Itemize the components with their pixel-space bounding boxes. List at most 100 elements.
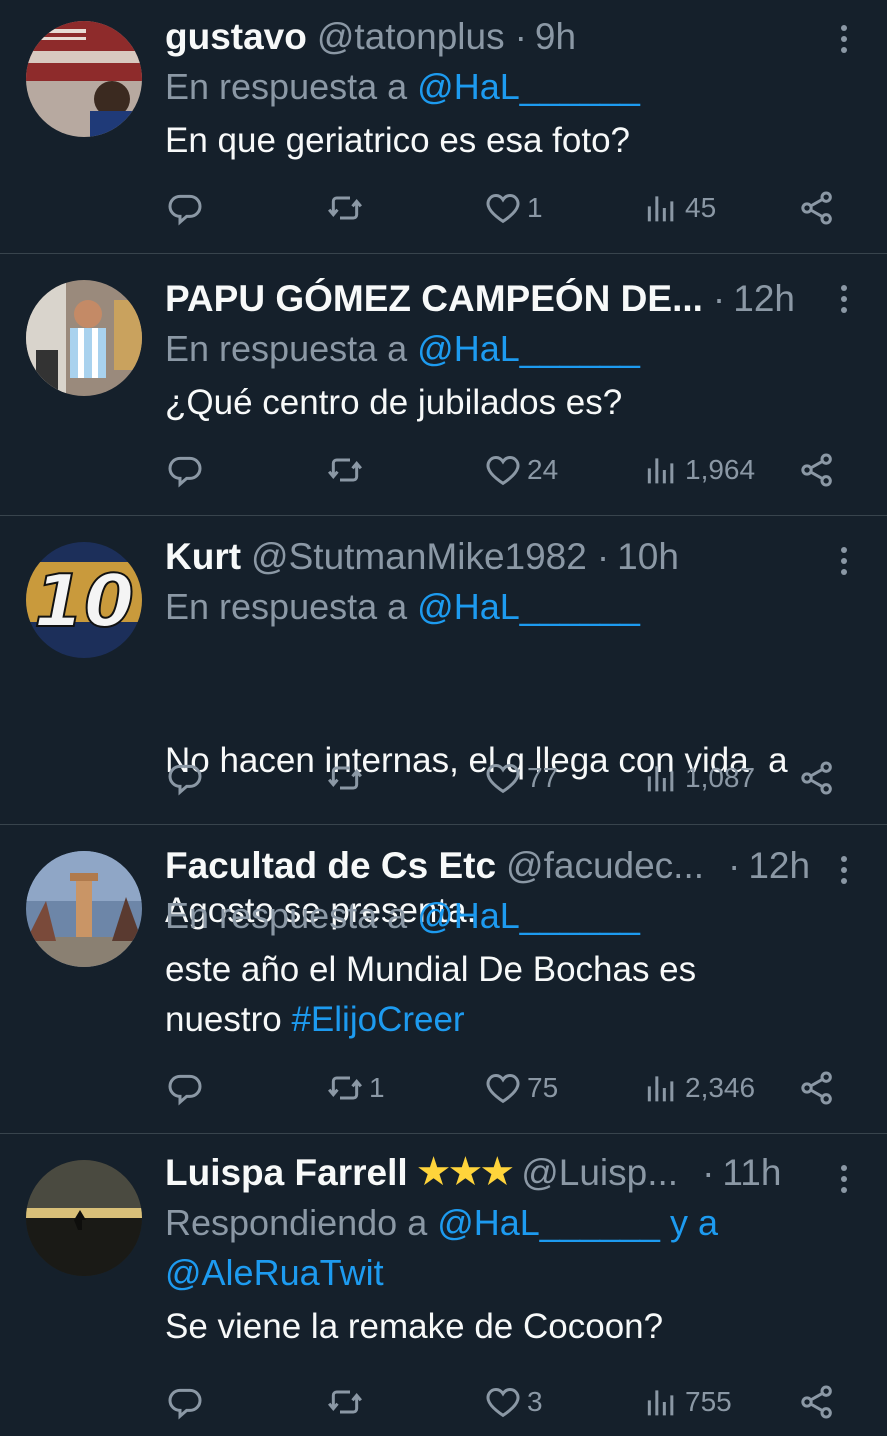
- views-icon: [641, 1068, 681, 1108]
- retweet-button[interactable]: [325, 450, 369, 490]
- like-count: 77: [527, 762, 559, 793]
- reply-prefix: En respuesta a: [165, 586, 418, 627]
- heart-icon: [483, 1068, 523, 1108]
- tweet-text: En que geriatrico es esa foto?: [165, 121, 631, 160]
- reply-icon: [165, 1382, 205, 1422]
- share-button[interactable]: [797, 1068, 837, 1108]
- tweet-text-prefix: nuestro: [165, 1000, 292, 1039]
- views-button[interactable]: 2,346: [641, 1068, 755, 1108]
- share-icon: [797, 450, 837, 490]
- author-name[interactable]: Facultad de Cs Etc: [165, 843, 496, 889]
- tweet-header: Kurt @StutmanMike1982 · 10h: [165, 534, 847, 580]
- author-name[interactable]: Luispa Farrell: [165, 1150, 408, 1196]
- author-handle[interactable]: @facudec...: [506, 843, 704, 889]
- action-bar: 1 75 2,346: [165, 1068, 839, 1112]
- more-icon[interactable]: [837, 547, 851, 575]
- reply-button[interactable]: [165, 1382, 209, 1422]
- heart-icon: [483, 450, 523, 490]
- like-count: 1: [527, 192, 543, 223]
- like-button[interactable]: 1: [483, 188, 543, 228]
- like-button[interactable]: 3: [483, 1382, 543, 1422]
- reply-context-line: Respondiendo a @HaL______ y a: [165, 1198, 847, 1248]
- reply-context-line: @AleRuaTwit: [165, 1248, 847, 1298]
- author-name[interactable]: Kurt: [165, 534, 241, 580]
- more-icon[interactable]: [837, 856, 851, 884]
- heart-icon: [483, 1382, 523, 1422]
- reply-context: Respondiendo a @HaL______ y a @AleRuaTwi…: [165, 1198, 847, 1298]
- avatar[interactable]: [26, 21, 142, 137]
- retweet-button[interactable]: [325, 758, 369, 798]
- reply-and: y a: [659, 1202, 718, 1243]
- tweet[interactable]: Facultad de Cs Etc @facudec... · 12h En …: [0, 825, 887, 1134]
- share-button[interactable]: [797, 1382, 837, 1422]
- avatar[interactable]: [26, 1160, 142, 1276]
- avatar[interactable]: [26, 280, 142, 396]
- views-button[interactable]: 1,087: [641, 758, 755, 798]
- hashtag-link[interactable]: #ElijoCreer: [291, 1000, 464, 1039]
- share-icon: [797, 1382, 837, 1422]
- like-button[interactable]: 75: [483, 1068, 558, 1108]
- timestamp[interactable]: 12h: [733, 276, 795, 322]
- reply-button[interactable]: [165, 1068, 209, 1108]
- mention-link[interactable]: @HaL______: [437, 1202, 660, 1243]
- tweet[interactable]: 10 Kurt @StutmanMike1982 · 10h En respue…: [0, 516, 887, 930]
- reply-prefix: Respondiendo a: [165, 1202, 438, 1243]
- retweet-button[interactable]: 1: [325, 1068, 385, 1108]
- timestamp[interactable]: 11h: [722, 1150, 781, 1196]
- author-handle[interactable]: @StutmanMike1982: [251, 534, 587, 580]
- timestamp[interactable]: 9h: [535, 14, 576, 60]
- tweet[interactable]: gustavo @tatonplus · 9h En respuesta a @…: [0, 0, 887, 254]
- reply-context: En respuesta a @HaL______: [165, 582, 847, 632]
- mention-link[interactable]: @AleRuaTwit: [165, 1252, 384, 1293]
- tweet-text-line: nuestro #ElijoCreer: [165, 995, 847, 1045]
- reply-button[interactable]: [165, 758, 209, 798]
- views-button[interactable]: 1,964: [641, 450, 755, 490]
- views-count: 1,087: [685, 762, 756, 793]
- like-button[interactable]: 77: [483, 758, 558, 798]
- share-icon: [797, 188, 837, 228]
- mention-link[interactable]: @HaL______: [417, 66, 640, 107]
- tweet-header: PAPU GÓMEZ CAMPEÓN DE... · 12h: [165, 276, 847, 322]
- more-icon[interactable]: [837, 285, 851, 313]
- mention-link[interactable]: @HaL______: [417, 328, 640, 369]
- author-handle[interactable]: @tatonplus: [317, 14, 505, 60]
- views-count: 45: [685, 192, 717, 223]
- retweet-icon: [325, 1068, 365, 1108]
- retweet-icon: [325, 188, 365, 228]
- author-name[interactable]: PAPU GÓMEZ CAMPEÓN DE...: [165, 276, 703, 322]
- reply-prefix: En respuesta a: [165, 895, 418, 936]
- action-bar: 3 755: [165, 1382, 839, 1426]
- avatar[interactable]: [26, 851, 142, 967]
- views-button[interactable]: 755: [641, 1382, 732, 1422]
- retweet-button[interactable]: [325, 188, 369, 228]
- tweet[interactable]: PAPU GÓMEZ CAMPEÓN DE... · 12h En respue…: [0, 254, 887, 516]
- author-handle[interactable]: @Luisp...: [521, 1150, 678, 1196]
- tweet-header: gustavo @tatonplus · 9h: [165, 14, 847, 60]
- views-icon: [641, 450, 681, 490]
- reply-button[interactable]: [165, 188, 209, 228]
- share-button[interactable]: [797, 450, 837, 490]
- mention-link[interactable]: @HaL______: [417, 895, 640, 936]
- timestamp[interactable]: 10h: [617, 534, 679, 580]
- timestamp[interactable]: 12h: [748, 843, 810, 889]
- views-button[interactable]: 45: [641, 188, 716, 228]
- author-name[interactable]: gustavo: [165, 14, 307, 60]
- retweet-button[interactable]: [325, 1382, 369, 1422]
- mention-link[interactable]: @HaL______: [417, 586, 640, 627]
- share-button[interactable]: [797, 758, 837, 798]
- tweet[interactable]: Luispa Farrell ★★★ @Luisp... · 11h Respo…: [0, 1134, 887, 1436]
- reply-prefix: En respuesta a: [165, 66, 418, 107]
- reply-context: En respuesta a @HaL______: [165, 891, 847, 941]
- more-icon[interactable]: [837, 25, 851, 53]
- like-button[interactable]: 24: [483, 450, 558, 490]
- reply-button[interactable]: [165, 450, 209, 490]
- share-button[interactable]: [797, 188, 837, 228]
- action-bar: 24 1,964: [165, 450, 839, 494]
- dot-separator: ·: [728, 845, 741, 886]
- reply-icon: [165, 450, 205, 490]
- tweet-text: Se viene la remake de Cocoon?: [165, 1307, 664, 1346]
- more-icon[interactable]: [837, 1165, 851, 1193]
- retweet-icon: [325, 758, 365, 798]
- avatar[interactable]: 10: [26, 542, 142, 658]
- tweet-text: este año el Mundial De Bochas es nuestro…: [165, 945, 847, 1045]
